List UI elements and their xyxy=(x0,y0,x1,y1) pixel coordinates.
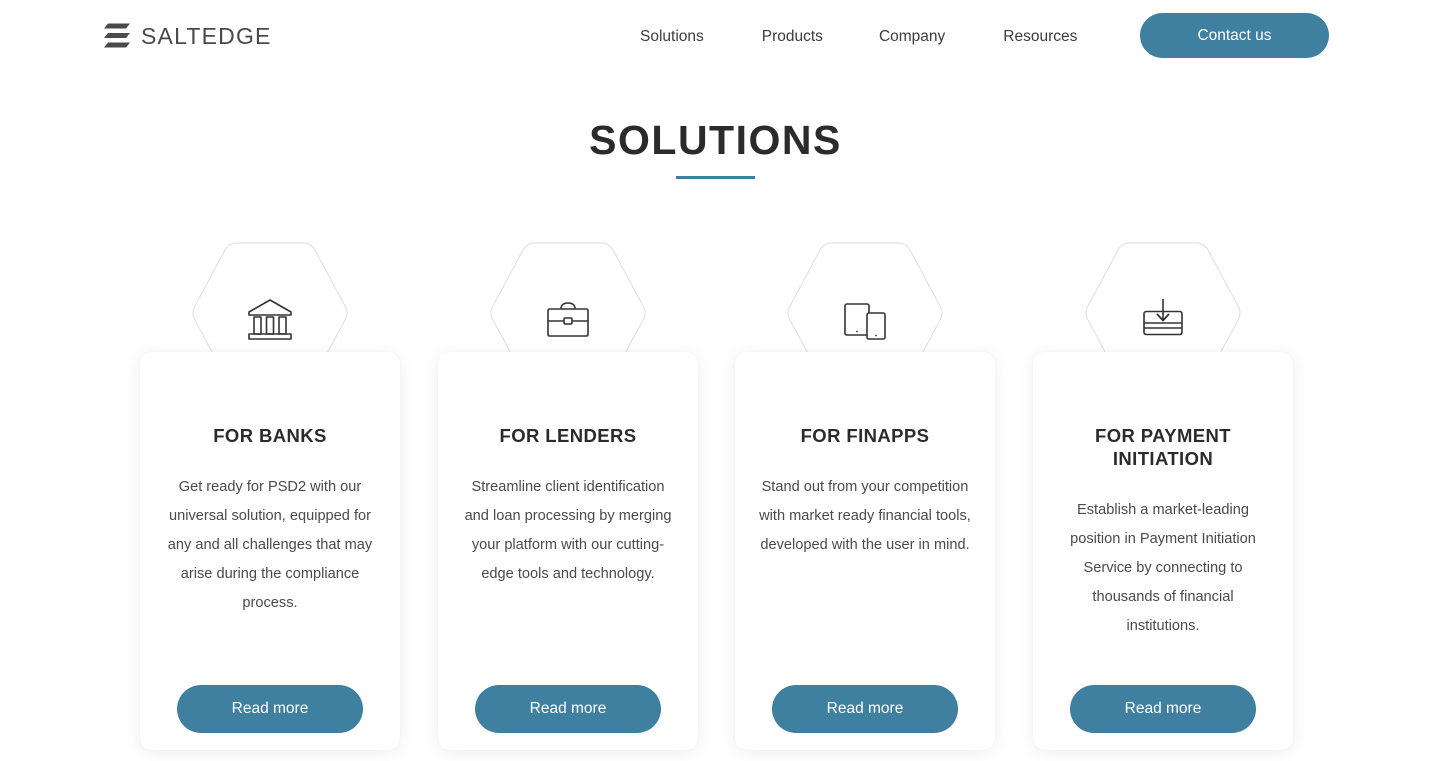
contact-us-button[interactable]: Contact us xyxy=(1140,13,1329,58)
nav-item-solutions[interactable]: Solutions xyxy=(640,22,704,52)
page-title: SOLUTIONS xyxy=(589,117,842,163)
read-more-button[interactable]: Read more xyxy=(177,685,363,733)
card-description: Establish a market-leading position in P… xyxy=(1070,502,1256,635)
page-title-section: SOLUTIONS xyxy=(0,117,1431,180)
solution-card-banks: FOR BANKS Get ready for PSD2 with our un… xyxy=(140,240,400,752)
solutions-card-grid: FOR BANKS Get ready for PSD2 with our un… xyxy=(0,240,1431,760)
card-title: FOR PAYMENT INITIATION xyxy=(1095,425,1231,470)
card-body: FOR BANKS Get ready for PSD2 with our un… xyxy=(140,352,400,750)
saltedge-bars-icon xyxy=(104,23,130,48)
card-title: FOR FINAPPS xyxy=(800,425,930,446)
solution-card-lenders: FOR LENDERS Streamline client identifica… xyxy=(438,240,698,752)
nav-item-resources[interactable]: Resources xyxy=(1003,22,1077,52)
title-underline-accent xyxy=(676,176,755,180)
card-title: FOR BANKS xyxy=(213,425,327,446)
bank-building-icon xyxy=(248,299,292,340)
solution-card-payment-initiation: FOR PAYMENT INITIATION Establish a marke… xyxy=(1033,240,1293,752)
solution-card-finapps: FOR FINAPPS Stand out from your competit… xyxy=(735,240,995,752)
card-body: FOR PAYMENT INITIATION Establish a marke… xyxy=(1033,352,1293,750)
nav-item-products[interactable]: Products xyxy=(762,22,823,52)
card-download-icon xyxy=(1143,299,1183,336)
logo[interactable]: SALTEDGE xyxy=(104,22,272,50)
devices-tablet-phone-icon xyxy=(844,303,886,340)
briefcase-icon xyxy=(547,302,589,337)
card-body: FOR FINAPPS Stand out from your competit… xyxy=(735,352,995,750)
card-description: Get ready for PSD2 with our universal so… xyxy=(167,479,373,612)
nav-item-company[interactable]: Company xyxy=(879,22,945,52)
card-description: Stand out from your competition with mar… xyxy=(759,479,971,554)
read-more-button[interactable]: Read more xyxy=(475,685,661,733)
read-more-button[interactable]: Read more xyxy=(772,685,958,733)
card-title: FOR LENDERS xyxy=(499,425,637,446)
card-description: Streamline client identification and loa… xyxy=(464,479,672,583)
logo-text: SALTEDGE xyxy=(141,22,272,49)
card-body: FOR LENDERS Streamline client identifica… xyxy=(438,352,698,750)
read-more-button[interactable]: Read more xyxy=(1070,685,1256,733)
main-navigation: Solutions Products Company Resources xyxy=(640,22,1077,52)
site-header: SALTEDGE Solutions Products Company Reso… xyxy=(0,0,1431,72)
